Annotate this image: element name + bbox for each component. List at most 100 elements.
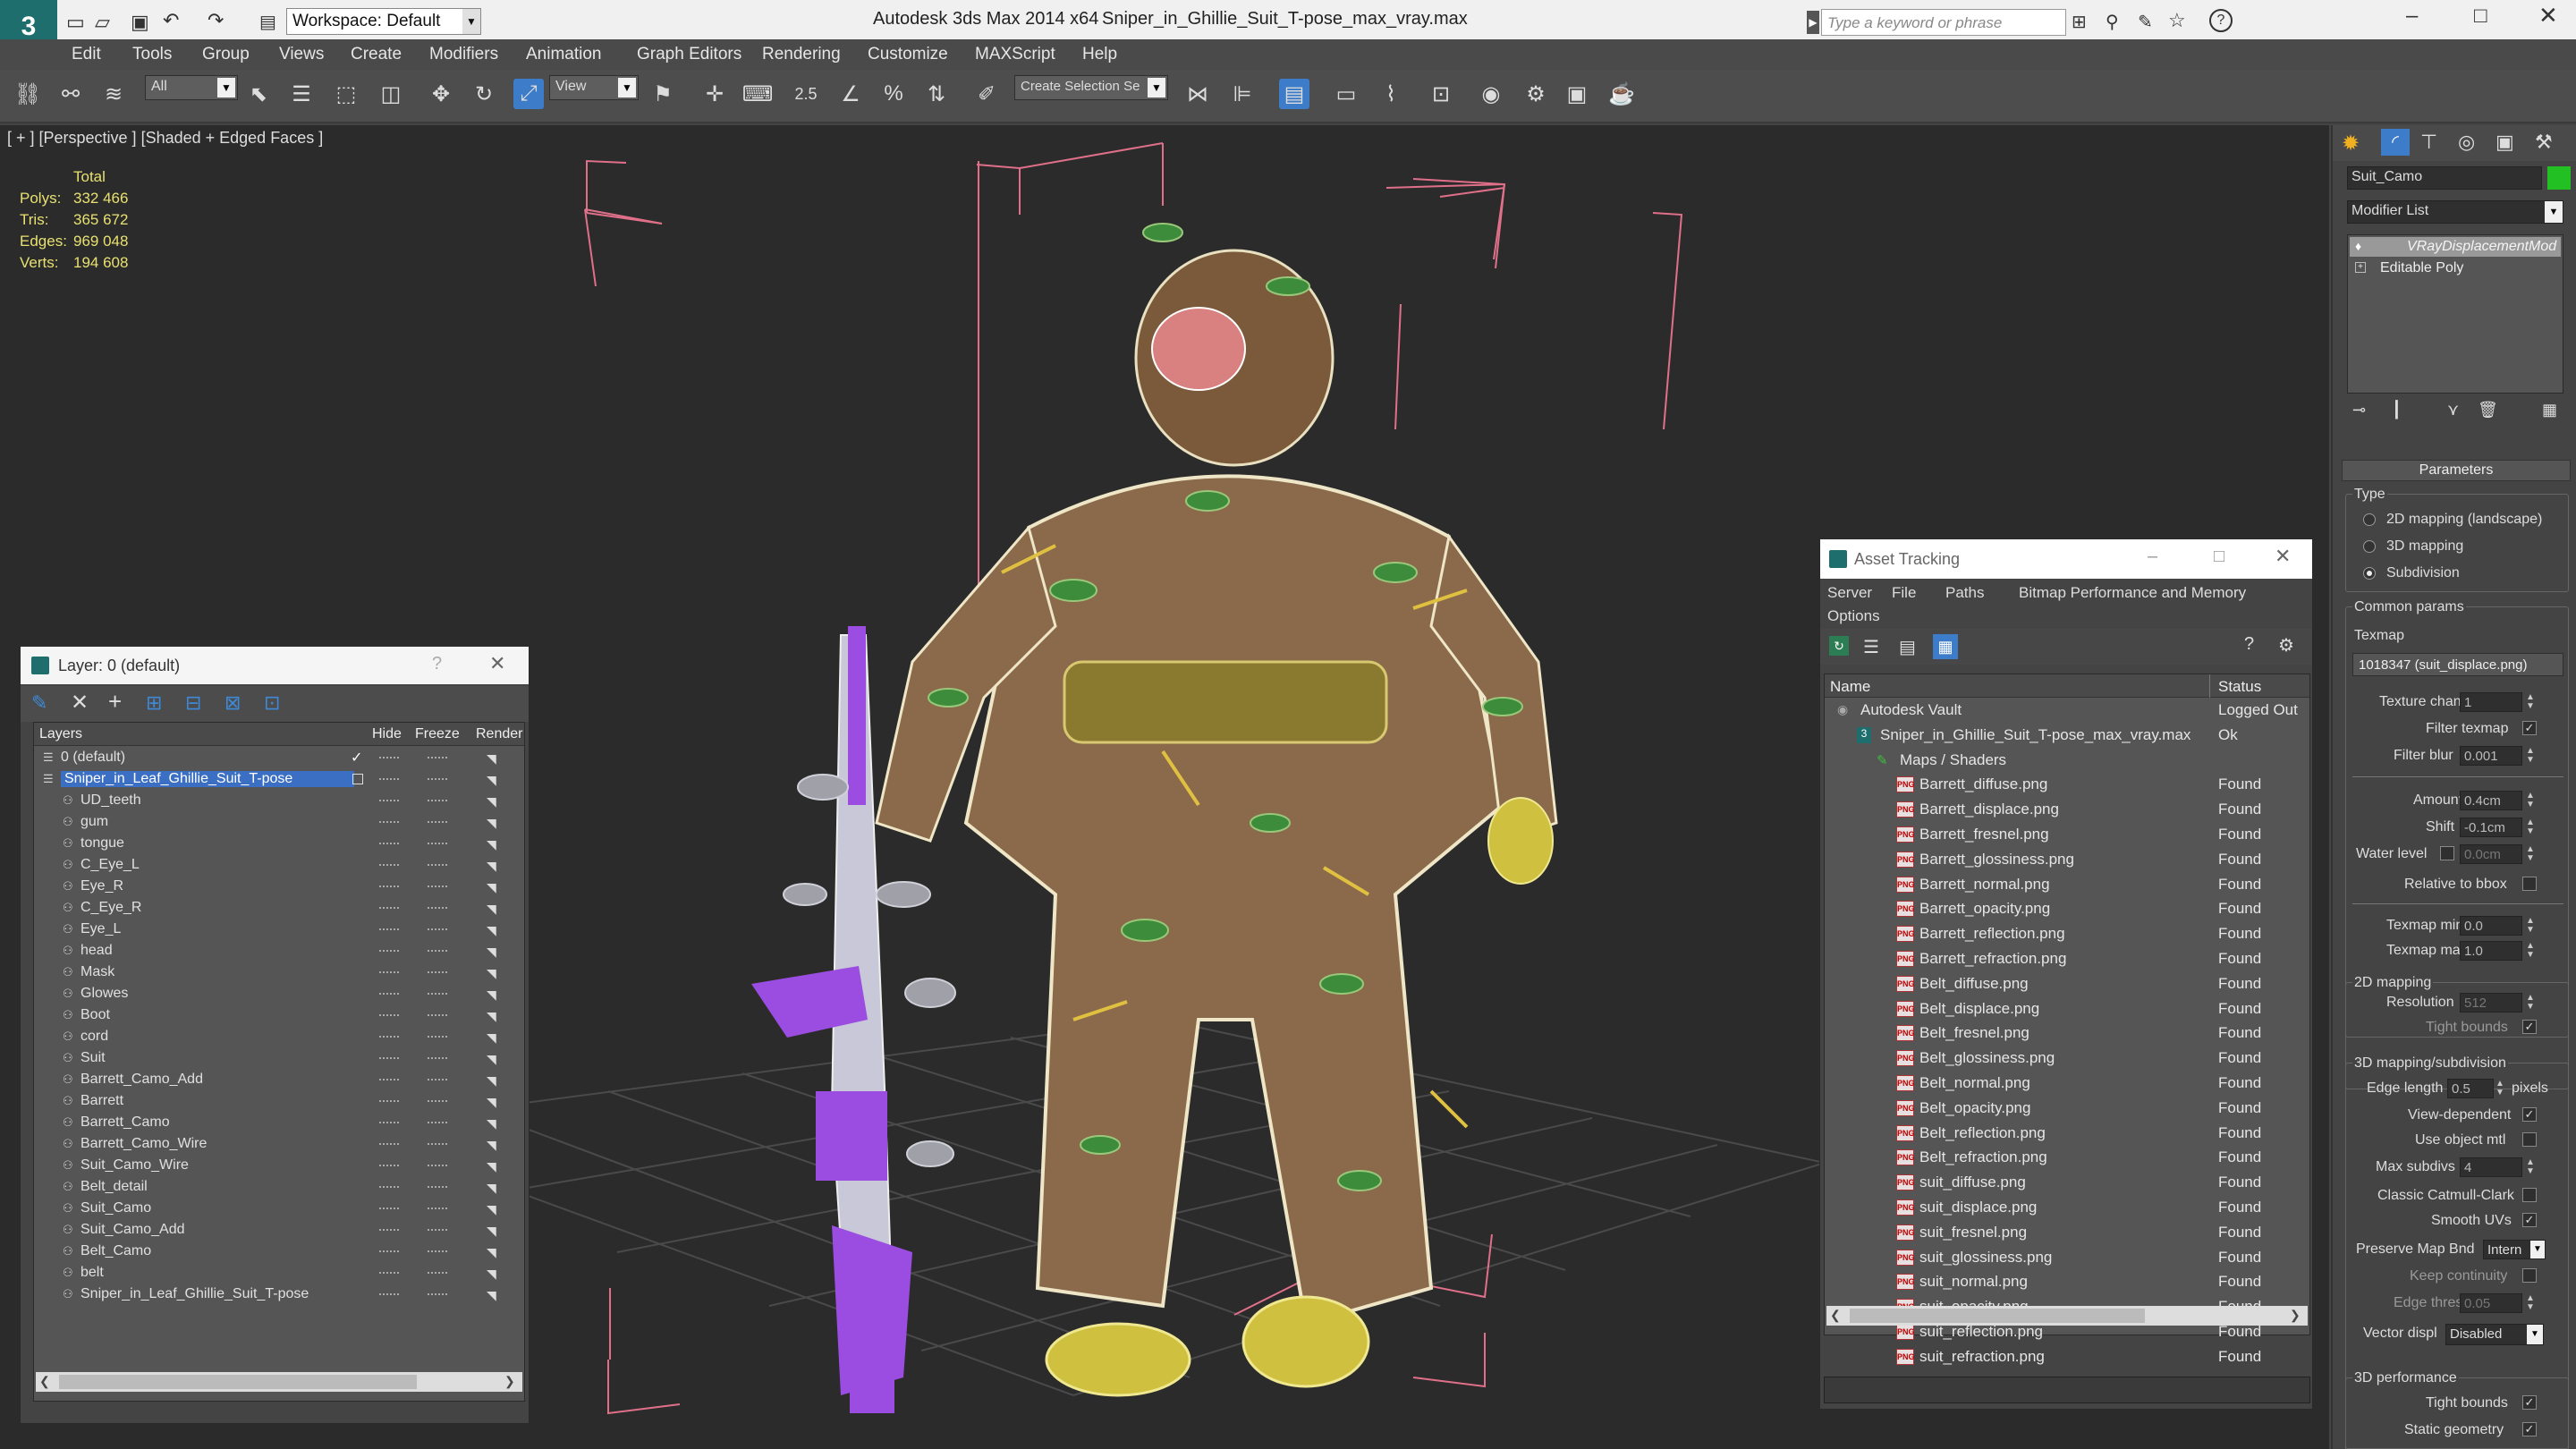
stack-item-editable-poly[interactable]: + Editable Poly (2350, 258, 2561, 278)
favorites-star-icon[interactable]: ☆ (2168, 9, 2186, 32)
configure-sets-icon[interactable]: ▦ (2542, 401, 2557, 419)
layer-row[interactable]: ⚇ Belt_detail ◥ (36, 1177, 524, 1199)
menu-customize[interactable]: Customize (868, 45, 948, 64)
object-name-field[interactable]: Suit_Camo (2347, 166, 2542, 190)
rectangular-selection-icon[interactable]: ⬚ (331, 79, 361, 109)
render-teapot-icon[interactable]: ◥ (487, 987, 496, 1003)
freeze-toggle[interactable] (428, 1293, 447, 1296)
table-view-icon[interactable]: ▤ (1899, 636, 1916, 658)
help-icon[interactable]: ? (432, 654, 442, 674)
texmap-min-input[interactable]: 0.0 (2460, 916, 2522, 936)
hide-toggle[interactable] (379, 864, 399, 867)
render-teapot-icon[interactable]: ◥ (487, 880, 496, 895)
hide-toggle[interactable] (379, 1079, 399, 1081)
layer-row[interactable]: ⚇ Eye_R ◥ (36, 877, 524, 898)
hide-toggle[interactable] (379, 928, 399, 931)
mirror-icon[interactable]: ⋈ (1182, 79, 1213, 109)
freeze-toggle[interactable] (428, 1057, 447, 1060)
scroll-thumb[interactable] (59, 1375, 417, 1389)
show-end-result-icon[interactable]: ┃ (2392, 401, 2402, 419)
col-status[interactable]: Status (2218, 678, 2261, 696)
list-view-icon[interactable]: ☰ (1863, 636, 1879, 658)
close-button[interactable]: ✕ (2538, 2, 2558, 30)
render-setup-icon[interactable]: ⚙ (1521, 79, 1551, 109)
maximize-button[interactable]: □ (2474, 4, 2487, 29)
layer-row[interactable]: ⚇ cord ◥ (36, 1027, 524, 1048)
select-and-move-icon[interactable]: ✥ (426, 79, 456, 109)
reference-coordinate-dropdown[interactable]: View ▼ (549, 75, 639, 100)
render-teapot-icon[interactable]: ◥ (487, 1267, 496, 1282)
freeze-toggle[interactable] (428, 1014, 447, 1017)
render-teapot-icon[interactable]: ◥ (487, 1009, 496, 1024)
maximize-icon[interactable]: □ (2214, 547, 2224, 567)
menu-rendering[interactable]: Rendering (762, 45, 841, 64)
asset-row[interactable]: PNG Barrett_refraction.png Found (1825, 948, 2306, 970)
hide-toggle[interactable] (379, 1272, 399, 1275)
spinner-icon[interactable]: ▲ ▼ (2526, 1294, 2538, 1312)
render-teapot-icon[interactable]: ◥ (487, 773, 496, 788)
layer-row[interactable]: ⚇ gum ◥ (36, 812, 524, 834)
menu-modifiers[interactable]: Modifiers (429, 45, 498, 64)
resolution-input[interactable]: 512 (2460, 993, 2522, 1013)
asset-row[interactable]: PNG suit_refraction.png Found (1825, 1346, 2306, 1368)
keyboard-shortcut-override-icon[interactable]: ⌨ (742, 79, 774, 109)
freeze-toggle[interactable] (428, 778, 447, 781)
layer-row[interactable]: ☰ 0 (default) ✓ ◥ (36, 748, 524, 769)
help-icon[interactable]: ? (2209, 9, 2233, 32)
spinner-icon[interactable]: ▲ ▼ (2526, 747, 2538, 765)
parameters-rollout[interactable]: Parameters (2342, 460, 2571, 481)
texmap-max-input[interactable]: 1.0 (2460, 941, 2522, 961)
asset-row[interactable]: PNG suit_glossiness.png Found (1825, 1247, 2306, 1269)
object-color-swatch[interactable] (2547, 166, 2571, 190)
hide-toggle[interactable] (379, 950, 399, 953)
render-teapot-icon[interactable]: ◥ (487, 816, 496, 831)
menu-help[interactable]: Help (1082, 45, 1117, 64)
render-teapot-icon[interactable]: ◥ (487, 1224, 496, 1239)
hide-toggle[interactable] (379, 1293, 399, 1296)
rendered-frame-window-icon[interactable]: ▣ (1562, 79, 1592, 109)
subscription-icon[interactable]: ⚲ (2106, 11, 2119, 33)
hide-toggle[interactable] (379, 1229, 399, 1232)
communication-icon[interactable]: ✎ (2138, 11, 2153, 33)
render-teapot-icon[interactable]: ◥ (487, 1202, 496, 1217)
spinner-icon[interactable]: ▲ ▼ (2526, 818, 2538, 836)
tight-bounds-2-checkbox[interactable]: ✓ (2522, 1395, 2537, 1410)
render-teapot-icon[interactable]: ◥ (487, 837, 496, 852)
hide-toggle[interactable] (379, 1122, 399, 1124)
asset-row[interactable]: ◉ Autodesk Vault Logged Out (1825, 699, 2306, 722)
asset-row[interactable]: PNG Belt_refraction.png Found (1825, 1147, 2306, 1169)
freeze-toggle[interactable] (428, 864, 447, 867)
layer-row[interactable]: ⚇ Eye_L ◥ (36, 919, 524, 941)
scroll-right-icon[interactable]: ❯ (504, 1374, 515, 1389)
hide-toggle[interactable] (379, 1250, 399, 1253)
asset-menu-bitmap-performance[interactable]: Bitmap Performance and Memory (2019, 584, 2246, 602)
highlight-layer-icon[interactable]: ⊠ (225, 691, 241, 715)
layer-row[interactable]: ⚇ UD_teeth ◥ (36, 791, 524, 812)
align-icon[interactable]: ⊫ (1227, 79, 1258, 109)
asset-row[interactable]: PNG Belt_glossiness.png Found (1825, 1047, 2306, 1070)
asset-row[interactable]: PNG Barrett_glossiness.png Found (1825, 849, 2306, 871)
select-objects-in-layer-icon[interactable]: ⊟ (185, 691, 201, 715)
unlink-icon[interactable]: ⚯ (55, 79, 86, 109)
schematic-view-icon[interactable]: ⊡ (1426, 79, 1456, 109)
scroll-thumb[interactable] (1850, 1309, 2145, 1323)
layer-row[interactable]: ⚇ Suit_Camo_Wire ◥ (36, 1156, 524, 1177)
render-teapot-icon[interactable]: ◥ (487, 1095, 496, 1110)
select-by-name-icon[interactable]: ☰ (286, 79, 317, 109)
asset-row[interactable]: PNG Barrett_opacity.png Found (1825, 898, 2306, 920)
hide-toggle[interactable] (379, 821, 399, 824)
hide-toggle[interactable] (379, 843, 399, 845)
freeze-toggle[interactable] (428, 950, 447, 953)
asset-row[interactable]: PNG Barrett_displace.png Found (1825, 799, 2306, 821)
asset-path-field[interactable] (1824, 1377, 2310, 1403)
render-teapot-icon[interactable]: ◥ (487, 1030, 496, 1046)
max-subdivs-input[interactable]: 4 (2460, 1157, 2522, 1177)
binoculars-icon[interactable]: ⊞ (2072, 11, 2087, 33)
hide-toggle[interactable] (379, 1036, 399, 1038)
freeze-toggle[interactable] (428, 800, 447, 802)
menu-views[interactable]: Views (279, 45, 324, 64)
motion-tab-icon[interactable]: ◎ (2458, 131, 2475, 154)
layer-row[interactable]: ⚇ C_Eye_L ◥ (36, 855, 524, 877)
layer-row[interactable]: ⚇ Barrett ◥ (36, 1091, 524, 1113)
stack-item-vray-displacement[interactable]: ♦ VRayDisplacementMod (2350, 237, 2561, 257)
